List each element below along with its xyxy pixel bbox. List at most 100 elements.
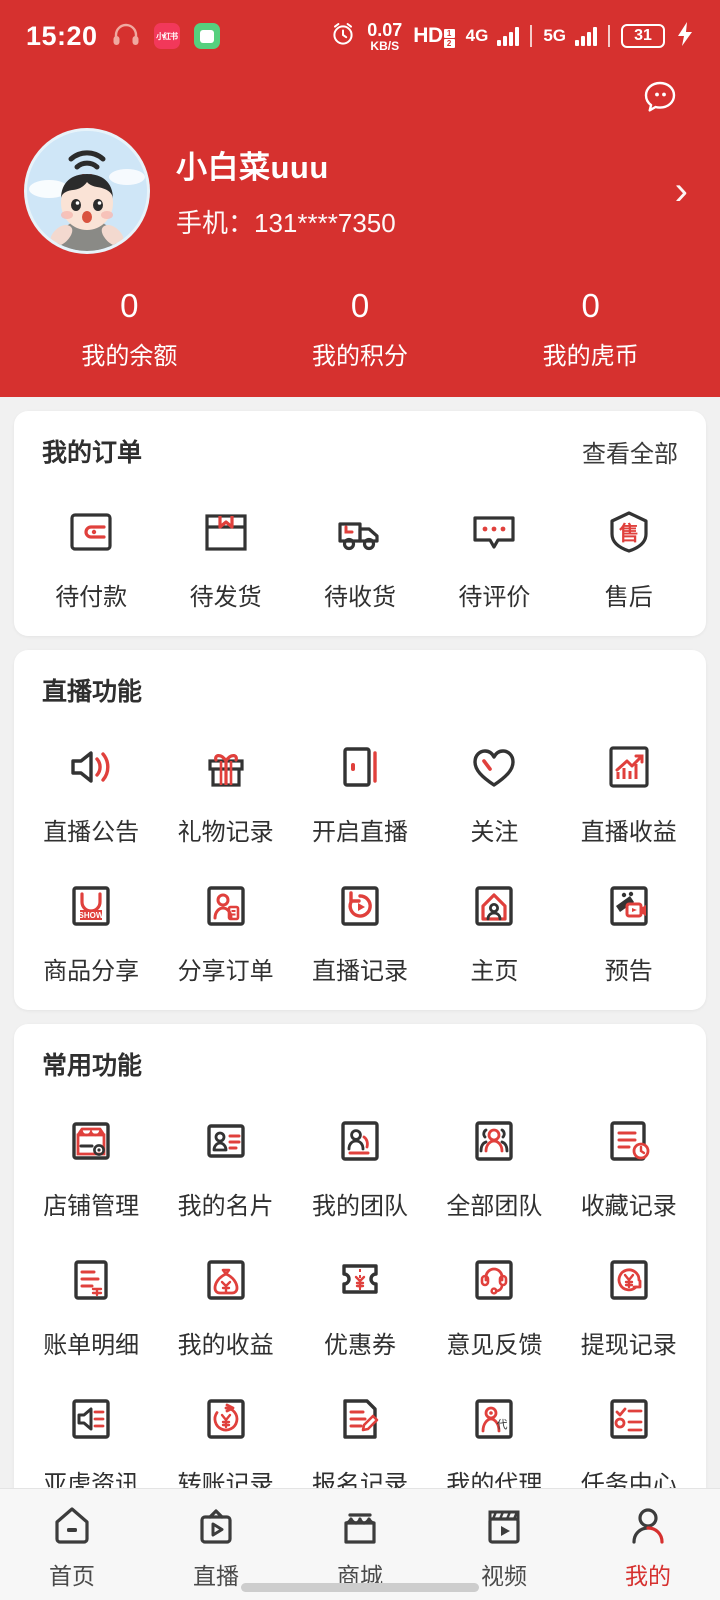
profile-chevron-right-icon[interactable]: › <box>675 171 688 211</box>
common-item-label: 意见反馈 <box>446 1332 543 1360</box>
common-item-label: 全部团队 <box>446 1193 543 1221</box>
common-item-business-card[interactable]: 我的名片 <box>158 1086 292 1225</box>
common-item-coupon[interactable]: 优惠券 <box>293 1225 427 1364</box>
profile-row[interactable]: 小白菜uuu 手机：131****7350 › <box>0 122 720 254</box>
order-item-label: 待评价 <box>458 584 531 612</box>
app-screen: 15:20 小红书 0.07 KB/S HD 1 2 4G 5G 31 小白菜u… <box>0 0 720 1600</box>
tab-home[interactable]: 首页 <box>0 1501 144 1591</box>
common-item-bill-detail[interactable]: 账单明细 <box>24 1225 158 1364</box>
common-item-label: 我的收益 <box>177 1332 274 1360</box>
hd-label: HD <box>413 24 443 47</box>
header-actions <box>0 72 720 122</box>
stat-balance[interactable]: 0 我的余额 <box>14 287 245 371</box>
signal-5g: 5G <box>543 26 597 46</box>
live-item-live-income[interactable]: 直播收益 <box>562 712 696 851</box>
status-divider-2 <box>608 25 610 47</box>
video-preview-icon <box>598 875 660 937</box>
app-badge-green-icon <box>193 23 220 49</box>
status-divider <box>530 25 533 47</box>
status-time: 15:20 <box>26 20 98 51</box>
live-item-preview[interactable]: 预告 <box>562 851 696 990</box>
home-person-icon <box>463 875 525 937</box>
speaker-announce-icon <box>60 736 122 798</box>
tab-mall[interactable]: 商城 <box>288 1501 432 1591</box>
live-item-gift-records[interactable]: 礼物记录 <box>158 712 292 851</box>
live-item-label: 主页 <box>470 958 519 986</box>
tv-play-icon <box>191 1501 241 1551</box>
live-item-announcement[interactable]: 直播公告 <box>24 712 158 851</box>
common-item-my-income[interactable]: 我的收益 <box>158 1225 292 1364</box>
main-content: 我的订单 查看全部 待付款 待发货 待收货 待评价 售 售后 直播功能 直播公告… <box>0 397 720 1488</box>
news-speaker-icon <box>60 1388 122 1450</box>
live-item-start-live[interactable]: 开启直播 <box>293 712 427 851</box>
tab-live[interactable]: 直播 <box>144 1501 288 1591</box>
common-item-transfer-history[interactable]: 转账记录 <box>158 1364 292 1488</box>
common-item-label: 提现记录 <box>580 1332 677 1360</box>
common-item-label: 亚虎资讯 <box>43 1471 140 1488</box>
live-item-follow[interactable]: 关注 <box>427 712 561 851</box>
coupon-icon <box>329 1249 391 1311</box>
live-item-label: 开启直播 <box>311 819 408 847</box>
signal-bars-1-icon <box>497 27 520 46</box>
common-item-shop-management[interactable]: 店铺管理 <box>24 1086 158 1225</box>
common-item-my-team[interactable]: 我的团队 <box>293 1086 427 1225</box>
live-item-live-records[interactable]: 直播记录 <box>293 851 427 990</box>
avatar[interactable] <box>24 128 150 254</box>
common-item-signup-history[interactable]: 报名记录 <box>293 1364 427 1488</box>
share-order-icon <box>195 875 257 937</box>
order-item-pending-payment[interactable]: 待付款 <box>24 473 158 616</box>
stat-value: 0 <box>120 287 139 324</box>
common-item-news[interactable]: 亚虎资讯 <box>24 1364 158 1488</box>
tab-video[interactable]: 视频 <box>432 1501 576 1591</box>
orders-grid: 待付款 待发货 待收货 待评价 售 售后 <box>24 473 696 616</box>
common-item-label: 优惠券 <box>323 1332 396 1360</box>
withdraw-history-icon <box>598 1249 660 1311</box>
headphone-icon <box>112 22 140 51</box>
common-item-my-agent[interactable]: 代 我的代理 <box>427 1364 561 1488</box>
stat-value: 0 <box>350 287 370 324</box>
order-item-aftersale[interactable]: 售 售后 <box>562 473 696 616</box>
live-item-label: 预告 <box>604 958 653 986</box>
stat-coins[interactable]: 0 我的虎币 <box>475 287 706 371</box>
status-bar: 15:20 小红书 0.07 KB/S HD 1 2 4G 5G 31 <box>0 0 720 72</box>
tab-mine[interactable]: 我的 <box>576 1501 720 1591</box>
live-item-label: 商品分享 <box>43 958 140 986</box>
common-card-header: 常用功能 <box>24 1046 696 1082</box>
chart-growth-icon <box>598 736 660 798</box>
common-item-all-team[interactable]: 全部团队 <box>427 1086 561 1225</box>
common-item-label: 我的代理 <box>446 1471 543 1488</box>
live-item-label: 关注 <box>470 819 519 847</box>
order-item-pending-receipt[interactable]: 待收货 <box>293 473 427 616</box>
order-item-pending-review[interactable]: 待评价 <box>427 473 561 616</box>
person-team-icon <box>329 1110 391 1172</box>
hd-voice-icon: HD 1 2 <box>413 24 455 48</box>
order-item-pending-shipment[interactable]: 待发货 <box>158 473 292 616</box>
tab-label: 首页 <box>49 1563 95 1589</box>
user-phone: 手机：131****7350 <box>176 208 396 238</box>
gift-icon <box>195 736 257 798</box>
chat-bubble-icon[interactable] <box>636 73 684 121</box>
common-item-withdraw-history[interactable]: 提现记录 <box>562 1225 696 1364</box>
common-item-feedback[interactable]: 意见反馈 <box>427 1225 561 1364</box>
money-bag-icon <box>195 1249 257 1311</box>
tab-label: 视频 <box>481 1563 527 1589</box>
common-item-favorites[interactable]: 收藏记录 <box>562 1086 696 1225</box>
user-identity: 小白菜uuu 手机：131****7350 <box>176 142 675 240</box>
orders-view-all-link[interactable]: 查看全部 <box>582 434 678 469</box>
bill-detail-icon <box>60 1249 122 1311</box>
svg-text:售: 售 <box>619 521 639 545</box>
live-item-product-share[interactable]: SHOW 商品分享 <box>24 851 158 990</box>
live-item-share-order[interactable]: 分享订单 <box>158 851 292 990</box>
common-item-task-center[interactable]: 任务中心 <box>562 1364 696 1488</box>
net-speed-unit: KB/S <box>370 38 400 53</box>
profile-header: 小白菜uuu 手机：131****7350 › 0 我的余额 0 我的积分 0 … <box>0 72 720 398</box>
live-item-homepage[interactable]: 主页 <box>427 851 561 990</box>
common-functions-card: 常用功能 店铺管理 我的名片 我的团队 全部团队 收藏记录 账单明细 我的收益 … <box>14 1024 706 1488</box>
stat-points[interactable]: 0 我的积分 <box>245 287 476 371</box>
favorites-history-icon <box>598 1110 660 1172</box>
comment-icon <box>463 501 525 563</box>
home-icon <box>47 1501 97 1551</box>
agent-icon: 代 <box>463 1388 525 1450</box>
orders-title: 我的订单 <box>42 439 143 468</box>
person-icon <box>623 1501 673 1551</box>
